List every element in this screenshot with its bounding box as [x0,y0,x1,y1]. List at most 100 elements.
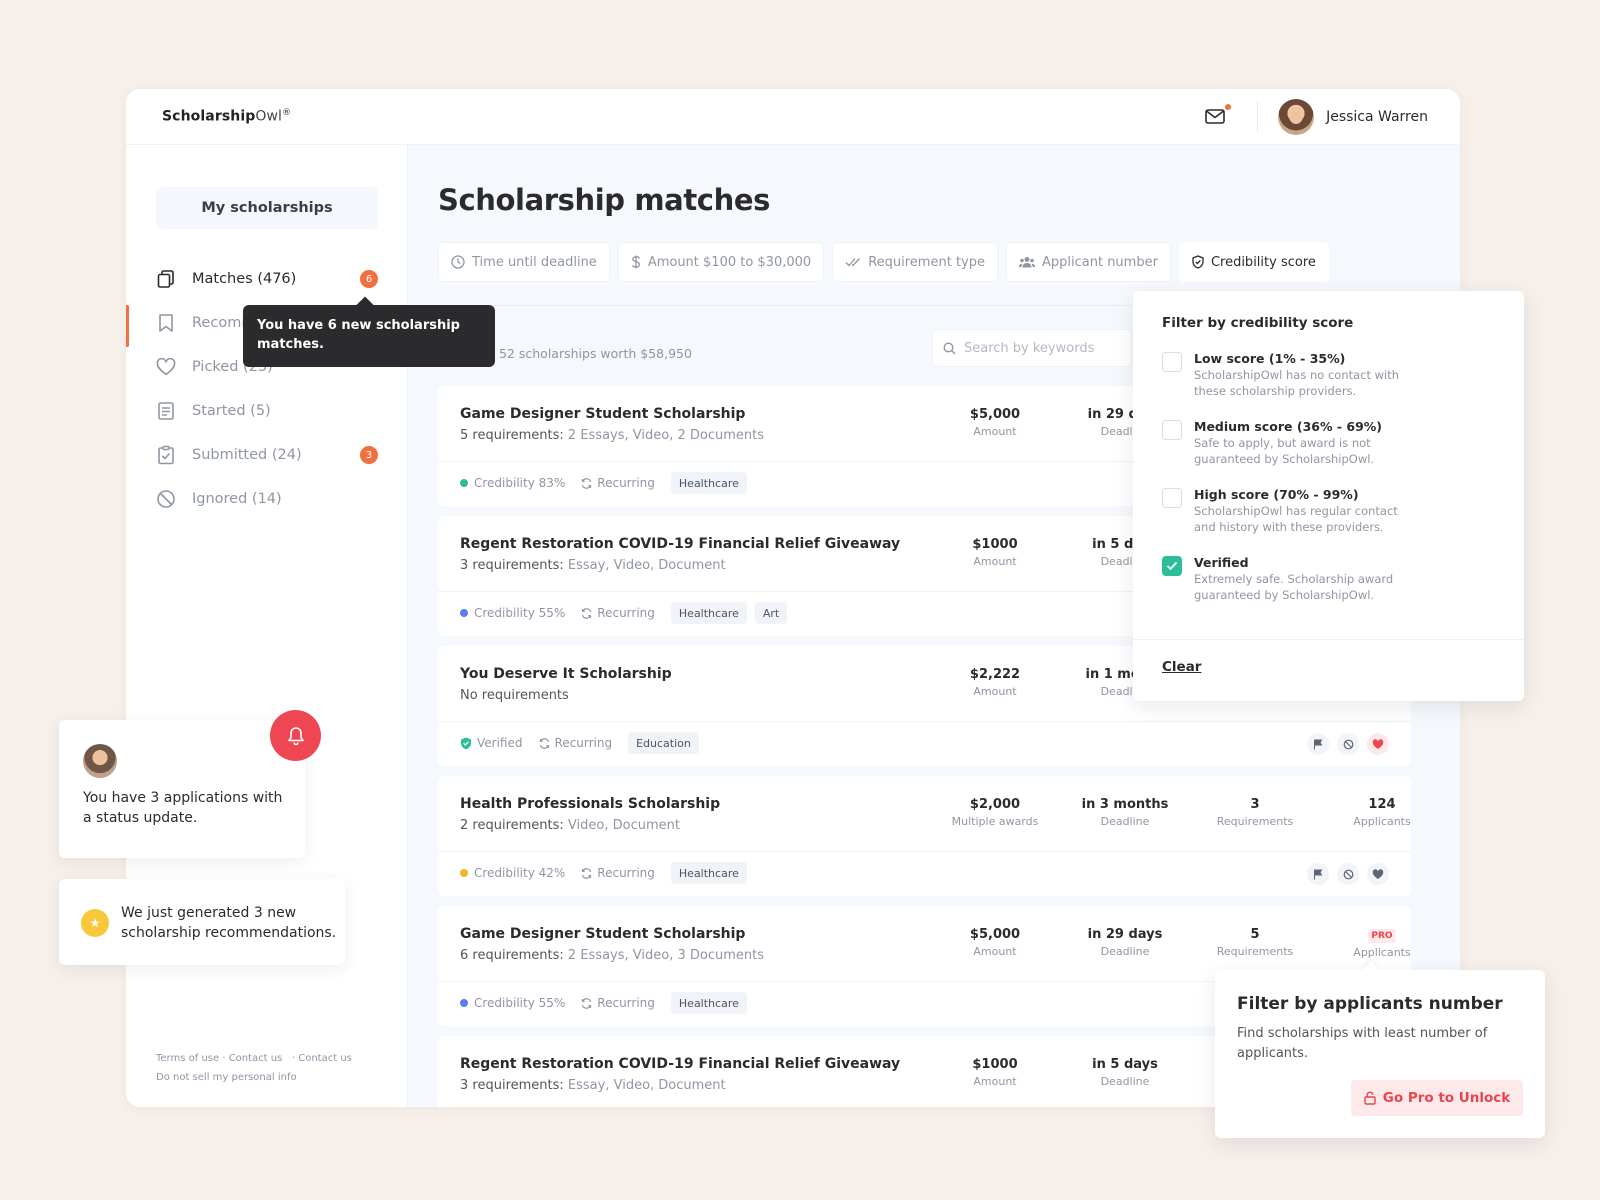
scholarship-requirements: 5 requirements: 2 Essays, Video, 2 Docum… [460,428,764,443]
scholarship-requirements: No requirements [460,688,569,703]
status-update-notification[interactable]: You have 3 applications with a status up… [59,720,305,858]
sidebar-item-started[interactable]: Started (5) [126,389,407,433]
user-name[interactable]: Jessica Warren [1326,109,1428,125]
my-scholarships-button[interactable]: My scholarships [156,187,378,229]
active-indicator [126,305,129,347]
mail-unread-dot [1225,103,1232,110]
scholarship-title[interactable]: You Deserve It Scholarship [460,666,672,682]
clear-filter-button[interactable]: Clear [1162,659,1201,675]
filter-amount[interactable]: Amount $100 to $30,000 [617,242,825,282]
verified-checkbox[interactable] [1162,556,1182,576]
category-tag[interactable]: Healthcare [670,862,747,884]
applicants-pro-popover: Filter by applicants number Find scholar… [1215,970,1545,1138]
option-medium-score[interactable]: Medium score (36% - 69%) Safe to apply, b… [1162,419,1414,467]
recurring-label: Recurring [581,476,655,490]
category-tag[interactable]: Healthcare [670,602,747,624]
category-tag[interactable]: Healthcare [670,472,747,494]
option-high-score[interactable]: High score (70% - 99%) ScholarshipOwl has… [1162,487,1414,535]
recurring-label: Recurring [581,996,655,1010]
favorite-heart-icon[interactable] [1367,863,1389,885]
low-score-checkbox[interactable] [1162,352,1182,372]
terms-link[interactable]: Terms of use [156,1053,219,1064]
scholarship-requirements: 3 requirements: Essay, Video, Document [460,1078,726,1093]
filter-requirement-type[interactable]: Requirement type [832,242,998,282]
credibility-score: Credibility 83% [460,476,565,490]
sidebar-item-label: Submitted (24) [192,447,302,463]
credibility-dot [460,869,468,877]
document-icon [156,401,176,421]
credibility-dot [460,999,468,1007]
star-icon: ★ [81,909,109,937]
sidebar-item-ignored[interactable]: Ignored (14) [126,477,407,521]
recommendations-notification[interactable]: ★ We just generated 3 new scholarship re… [59,879,345,965]
stat-requirements: 3 Requirements [1216,797,1294,828]
credibility-dot [460,479,468,487]
sidebar-item-label: Started (5) [192,403,271,419]
dollar-icon [631,255,641,269]
recurring-label: Recurring [539,736,612,750]
user-avatar[interactable] [1278,98,1315,135]
search-input[interactable]: Search by keywords [932,329,1132,367]
sidebar-item-label: Ignored (14) [192,491,282,507]
filter-time-until-deadline[interactable]: Time until deadline [438,242,610,282]
high-score-checkbox[interactable] [1162,488,1182,508]
sidebar-item-submitted[interactable]: Submitted (24) 3 [126,433,407,477]
option-verified[interactable]: Verified Extremely safe. Scholarship awar… [1162,555,1414,603]
clock-icon [451,255,465,269]
category-tag[interactable]: Healthcare [670,992,747,1014]
scholarship-requirements: 6 requirements: 2 Essays, Video, 3 Docum… [460,948,764,963]
recurring-icon [581,607,592,619]
filter-applicant-number[interactable]: Applicant number [1005,242,1171,282]
scholarship-title[interactable]: Regent Restoration COVID-19 Financial Re… [460,1056,900,1072]
category-tag[interactable]: Education [628,732,699,754]
credibility-dot [460,609,468,617]
credibility-score: Credibility 55% [460,606,565,620]
scholarship-meta: Credibility 83% Recurring Healthcare [460,472,755,494]
recurring-icon [581,867,592,879]
category-tag[interactable]: Art [754,602,788,624]
sidebar-item-matches[interactable]: Matches (476) 6 [126,257,407,301]
recurring-label: Recurring [581,866,655,880]
new-matches-tooltip: You have 6 new scholarship matches. [243,305,495,367]
stat-amount: $2,222 Amount [969,667,1021,698]
logo[interactable]: ScholarshipOwl® [162,108,291,125]
flag-icon[interactable] [1307,863,1329,885]
scholarship-meta: Credibility 55% Recurring Healthcare [460,992,755,1014]
contact-link-2[interactable]: · Contact us [292,1053,352,1064]
sidebar-item-label: Matches (476) [192,271,297,287]
scholarship-title[interactable]: Game Designer Student Scholarship [460,406,745,422]
double-check-icon [845,257,861,267]
verified-badge: Verified [460,736,523,750]
results-summary: 52 scholarships worth $58,950 [499,346,692,361]
card-actions [1307,863,1389,885]
pro-badge: PRO [1368,929,1396,943]
go-pro-button[interactable]: Go Pro to Unlock [1351,1080,1523,1116]
scholarship-title[interactable]: Health Professionals Scholarship [460,796,720,812]
submitted-badge: 3 [360,446,378,464]
bell-icon[interactable] [270,710,321,761]
favorite-heart-icon[interactable] [1367,733,1389,755]
stat-amount: $1000 Amount [972,1057,1018,1088]
mail-icon[interactable] [1205,103,1232,125]
dropdown-title: Filter by credibility score [1162,315,1354,331]
stat-amount: $5,000 Amount [969,927,1021,958]
scholarship-requirements: 2 requirements: Video, Document [460,818,680,833]
scholarship-title[interactable]: Game Designer Student Scholarship [460,926,745,942]
ignore-icon[interactable] [1337,733,1359,755]
stat-amount: $2,000 Multiple awards [951,797,1039,828]
shield-check-icon [1192,255,1204,269]
bookmark-icon [156,313,176,333]
option-low-score[interactable]: Low score (1% - 35%) ScholarshipOwl has n… [1162,351,1414,399]
filter-credibility-score[interactable]: Credibility score [1178,242,1329,282]
flag-icon[interactable] [1307,733,1329,755]
shield-check-icon [460,737,472,750]
notification-avatar [83,744,117,778]
ignore-icon[interactable] [1337,863,1359,885]
scholarship-title[interactable]: Regent Restoration COVID-19 Financial Re… [460,536,900,552]
medium-score-checkbox[interactable] [1162,420,1182,440]
do-not-sell-link[interactable]: Do not sell my personal info [156,1068,352,1087]
credibility-filter-dropdown: Filter by credibility score Low score (1… [1133,291,1524,701]
contact-link[interactable]: · Contact us [222,1053,282,1064]
scholarship-card[interactable]: Health Professionals Scholarship 2 requir… [438,776,1411,896]
top-bar: ScholarshipOwl® Jessica Warren [126,89,1460,145]
